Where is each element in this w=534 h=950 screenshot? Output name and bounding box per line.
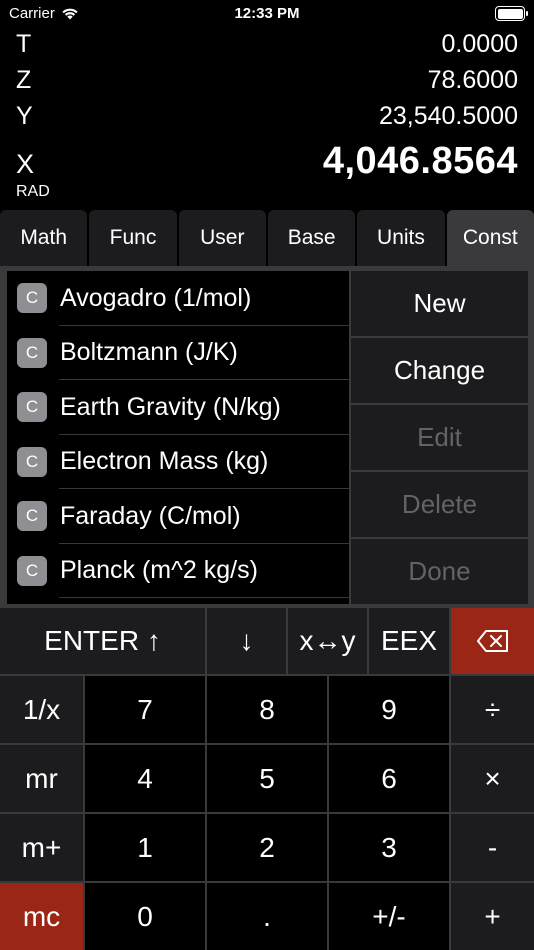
constant-item-avogadro[interactable]: C Avogadro (1/mol) bbox=[7, 271, 349, 326]
constant-name: Faraday (C/mol) bbox=[60, 501, 241, 530]
angle-mode-indicator: RAD bbox=[16, 183, 50, 200]
register-value-y: 23,540.5000 bbox=[378, 102, 518, 130]
keypad: ENTER ↑ ↓ x↔y EEX 1/x 7 8 9 ÷ mr 4 5 6 ×… bbox=[0, 608, 534, 950]
register-value-x[interactable]: 4,046.8564 bbox=[323, 140, 518, 183]
enter-key[interactable]: ENTER ↑ bbox=[0, 608, 205, 674]
stack-register-t: T 0.0000 bbox=[16, 30, 518, 59]
constant-badge: C bbox=[17, 283, 47, 314]
backspace-key[interactable] bbox=[451, 608, 534, 674]
memory-recall-key[interactable]: mr bbox=[0, 745, 83, 812]
constant-badge: C bbox=[17, 446, 47, 477]
change-sign-key[interactable]: +/- bbox=[329, 883, 449, 950]
status-bar: Carrier 12:33 PM bbox=[0, 0, 534, 28]
digit-9-key[interactable]: 9 bbox=[329, 676, 449, 743]
function-tabs: Math Func User Base Units Const bbox=[0, 210, 534, 266]
tab-units[interactable]: Units bbox=[357, 210, 445, 266]
done-button[interactable]: Done bbox=[351, 539, 528, 604]
delete-button[interactable]: Delete bbox=[351, 472, 528, 537]
constants-actions: New Change Edit Delete Done bbox=[351, 271, 528, 604]
subtract-key[interactable]: - bbox=[451, 814, 534, 881]
tab-math[interactable]: Math bbox=[0, 210, 88, 266]
digit-5-key[interactable]: 5 bbox=[207, 745, 327, 812]
constant-item-faraday[interactable]: C Faraday (C/mol) bbox=[7, 489, 349, 544]
backspace-icon bbox=[476, 630, 508, 652]
constant-name: Avogadro (1/mol) bbox=[60, 283, 252, 312]
register-label-z: Z bbox=[16, 66, 32, 94]
stack-register-z: Z 78.6000 bbox=[16, 66, 518, 95]
constant-badge: C bbox=[17, 337, 47, 368]
constant-name: Boltzmann (J/K) bbox=[60, 338, 238, 367]
stack-register-x[interactable]: X 4,046.8564 bbox=[16, 140, 518, 183]
eex-key[interactable]: EEX bbox=[369, 608, 449, 674]
constants-panel: C Avogadro (1/mol) C Boltzmann (J/K) C E… bbox=[0, 266, 534, 608]
decimal-point-key[interactable]: . bbox=[207, 883, 327, 950]
register-label-y: Y bbox=[16, 102, 33, 130]
register-label-t: T bbox=[16, 30, 32, 58]
digit-6-key[interactable]: 6 bbox=[329, 745, 449, 812]
digit-2-key[interactable]: 2 bbox=[207, 814, 327, 881]
clock: 12:33 PM bbox=[234, 5, 300, 22]
memory-clear-key[interactable]: mc bbox=[0, 883, 83, 950]
register-value-z: 78.6000 bbox=[427, 66, 518, 94]
digit-1-key[interactable]: 1 bbox=[85, 814, 205, 881]
digit-0-key[interactable]: 0 bbox=[85, 883, 205, 950]
constant-badge: C bbox=[17, 392, 47, 423]
change-button[interactable]: Change bbox=[351, 338, 528, 403]
divide-key[interactable]: ÷ bbox=[451, 676, 534, 743]
digit-3-key[interactable]: 3 bbox=[329, 814, 449, 881]
constant-badge: C bbox=[17, 501, 47, 532]
constant-item-planck[interactable]: C Planck (m^2 kg/s) bbox=[7, 544, 349, 598]
constant-item-boltzmann[interactable]: C Boltzmann (J/K) bbox=[7, 326, 349, 380]
multiply-key[interactable]: × bbox=[451, 745, 534, 812]
digit-8-key[interactable]: 8 bbox=[207, 676, 327, 743]
tab-func[interactable]: Func bbox=[89, 210, 177, 266]
register-label-x: X bbox=[16, 149, 35, 179]
edit-button[interactable]: Edit bbox=[351, 405, 528, 470]
tab-const[interactable]: Const bbox=[446, 210, 534, 266]
constant-item-earth-gravity[interactable]: C Earth Gravity (N/kg) bbox=[7, 380, 349, 435]
separator bbox=[59, 597, 349, 598]
memory-add-key[interactable]: m+ bbox=[0, 814, 83, 881]
add-key[interactable]: + bbox=[451, 883, 534, 950]
tab-user[interactable]: User bbox=[178, 210, 266, 266]
digit-7-key[interactable]: 7 bbox=[85, 676, 205, 743]
constant-name: Planck (m^2 kg/s) bbox=[60, 556, 258, 585]
register-value-t: 0.0000 bbox=[441, 30, 518, 58]
constant-badge: C bbox=[17, 555, 47, 586]
constants-list[interactable]: C Avogadro (1/mol) C Boltzmann (J/K) C E… bbox=[7, 271, 349, 604]
constant-name: Earth Gravity (N/kg) bbox=[60, 392, 281, 421]
digit-4-key[interactable]: 4 bbox=[85, 745, 205, 812]
reciprocal-key[interactable]: 1/x bbox=[0, 676, 83, 743]
tab-base[interactable]: Base bbox=[267, 210, 356, 266]
swap-xy-key[interactable]: x↔y bbox=[288, 608, 367, 674]
stack-register-y: Y 23,540.5000 bbox=[16, 102, 518, 131]
roll-down-key[interactable]: ↓ bbox=[207, 608, 286, 674]
constant-name: Electron Mass (kg) bbox=[60, 447, 269, 476]
new-button[interactable]: New bbox=[351, 271, 528, 336]
battery-icon bbox=[495, 6, 528, 21]
constant-item-electron-mass[interactable]: C Electron Mass (kg) bbox=[7, 435, 349, 489]
